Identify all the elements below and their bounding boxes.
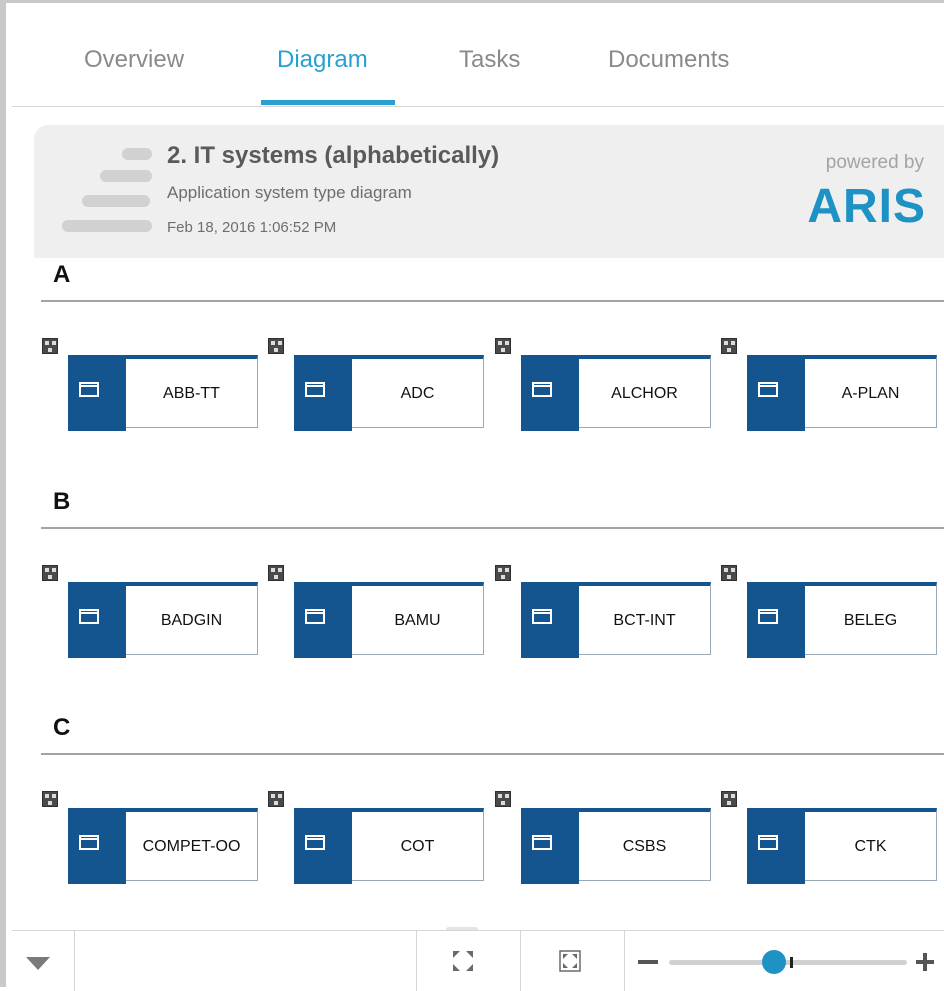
assigned-model-icon[interactable] <box>495 791 511 807</box>
card-label: A-PLAN <box>841 385 900 402</box>
diagram-timestamp: Feb 18, 2016 1:06:52 PM <box>167 219 337 236</box>
card-label: COMPET-OO <box>142 838 241 855</box>
chevron-down-icon[interactable] <box>26 957 50 970</box>
application-system-card[interactable]: ADC <box>294 355 484 431</box>
card-label: ADC <box>400 385 435 402</box>
card-icon-area <box>294 808 352 884</box>
application-system-card[interactable]: COT <box>294 808 484 884</box>
assigned-model-icon[interactable] <box>495 565 511 581</box>
application-system-card[interactable]: COMPET-OO <box>68 808 258 884</box>
divider <box>74 931 75 991</box>
tab-tasks[interactable]: Tasks <box>459 46 520 74</box>
section-heading: A <box>53 261 71 288</box>
tab-overview[interactable]: Overview <box>84 46 184 74</box>
card-icon-area <box>747 808 805 884</box>
tab-diagram[interactable]: Diagram <box>277 46 368 74</box>
zoom-default-tick <box>789 957 793 968</box>
assigned-model-icon[interactable] <box>42 338 58 354</box>
application-system-card[interactable]: BELEG <box>747 582 937 658</box>
assigned-model-icon[interactable] <box>721 791 737 807</box>
card-label: BADGIN <box>160 612 223 629</box>
application-window-icon <box>305 835 325 850</box>
divider <box>416 931 417 991</box>
section-divider <box>41 527 944 529</box>
zoom-out-icon[interactable] <box>638 960 658 964</box>
assigned-model-icon[interactable] <box>721 565 737 581</box>
diagram-type-label: Application system type diagram <box>167 183 412 202</box>
assigned-model-icon[interactable] <box>268 338 284 354</box>
section-heading: C <box>53 714 71 741</box>
application-window-icon <box>305 609 325 624</box>
application-system-card[interactable]: CTK <box>747 808 937 884</box>
application-system-card[interactable]: ALCHOR <box>521 355 711 431</box>
diagram-panel: Overview Diagram Tasks Documents 2. IT s… <box>0 0 944 991</box>
assigned-model-icon[interactable] <box>42 791 58 807</box>
zoom-slider[interactable] <box>669 950 907 974</box>
assigned-model-icon[interactable] <box>42 565 58 581</box>
application-window-icon <box>532 609 552 624</box>
active-tab-indicator <box>261 100 395 105</box>
card-icon-area <box>747 355 805 431</box>
fit-to-window-icon[interactable] <box>559 950 581 972</box>
card-icon-area <box>747 582 805 658</box>
application-window-icon <box>305 382 325 397</box>
assigned-model-icon[interactable] <box>268 565 284 581</box>
application-window-icon <box>758 609 778 624</box>
application-system-card[interactable]: BCT-INT <box>521 582 711 658</box>
card-icon-area <box>68 582 126 658</box>
section-divider <box>41 753 944 755</box>
application-system-card[interactable]: ABB-TT <box>68 355 258 431</box>
application-window-icon <box>532 382 552 397</box>
zoom-slider-thumb[interactable] <box>761 950 786 974</box>
card-icon-area <box>68 808 126 884</box>
tab-documents[interactable]: Documents <box>608 46 729 74</box>
card-label: ALCHOR <box>611 385 678 402</box>
card-icon-area <box>294 582 352 658</box>
diagram-header: 2. IT systems (alphabetically) Applicati… <box>34 125 944 258</box>
assigned-model-icon[interactable] <box>721 338 737 354</box>
card-label: BCT-INT <box>613 612 676 629</box>
assigned-model-icon[interactable] <box>268 791 284 807</box>
application-window-icon <box>79 835 99 850</box>
footer-toolbar <box>12 930 944 991</box>
application-system-card[interactable]: A-PLAN <box>747 355 937 431</box>
card-label: BAMU <box>394 612 441 629</box>
application-window-icon <box>532 835 552 850</box>
card-icon-area <box>521 355 579 431</box>
card-label: ABB-TT <box>163 385 220 402</box>
application-system-card[interactable]: BADGIN <box>68 582 258 658</box>
card-icon-area <box>294 355 352 431</box>
powered-by-label: powered by <box>825 152 924 173</box>
fullscreen-icon[interactable] <box>452 950 474 972</box>
application-system-card[interactable]: CSBS <box>521 808 711 884</box>
card-icon-area <box>521 808 579 884</box>
card-label: CSBS <box>622 838 667 855</box>
assigned-model-icon[interactable] <box>495 338 511 354</box>
card-icon-area <box>68 355 126 431</box>
divider <box>624 931 625 991</box>
application-window-icon <box>79 382 99 397</box>
tab-bar: Overview Diagram Tasks Documents <box>12 6 944 107</box>
application-system-card[interactable]: BAMU <box>294 582 484 658</box>
card-label: CTK <box>854 838 887 855</box>
application-window-icon <box>758 835 778 850</box>
card-label: BELEG <box>843 612 898 629</box>
aris-logo: ARIS <box>807 180 926 233</box>
card-icon-area <box>521 582 579 658</box>
section-divider <box>41 300 944 302</box>
zoom-in-icon[interactable] <box>916 953 934 971</box>
card-label: COT <box>400 838 435 855</box>
application-window-icon <box>758 382 778 397</box>
section-heading: B <box>53 488 71 515</box>
divider <box>520 931 521 991</box>
application-window-icon <box>79 609 99 624</box>
diagram-title: 2. IT systems (alphabetically) <box>167 142 500 169</box>
